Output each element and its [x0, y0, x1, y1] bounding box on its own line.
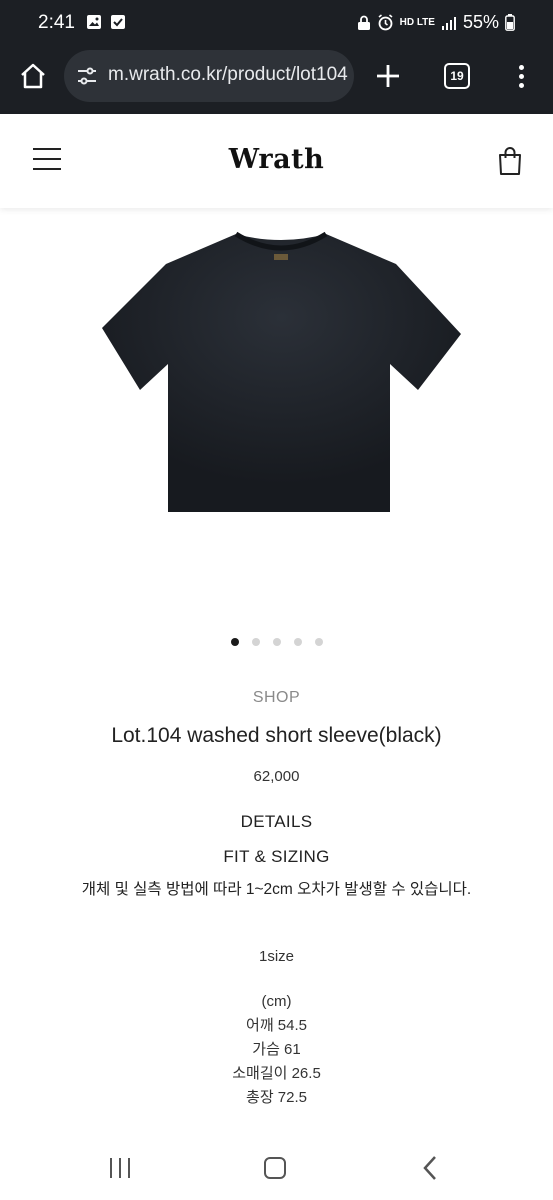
size-label: 1size	[258, 948, 295, 965]
home-button[interactable]	[14, 57, 52, 95]
product-price: 62,000	[253, 768, 300, 785]
home-icon	[21, 63, 45, 89]
lock-icon	[357, 15, 370, 30]
shopping-bag-icon[interactable]	[497, 146, 523, 176]
more-menu-button[interactable]	[506, 58, 536, 94]
url-bar[interactable]: m.wrath.co.kr/product/lot104	[64, 50, 354, 102]
system-nav-bar	[0, 1138, 553, 1200]
new-tab-button[interactable]	[370, 58, 406, 94]
network-label: HD LTE	[399, 16, 435, 28]
sizing-note: 개체 및 실측 방법에 따라 1~2cm 오차가 발생할 수 있습니다.	[81, 881, 472, 898]
signal-icon	[441, 16, 456, 30]
checkbox-icon	[111, 15, 125, 29]
measurements: (cm) 어깨 54.5 가슴 61 소매길이 26.5 총장 72.5	[0, 990, 553, 1110]
measurement-row: 총장 72.5	[246, 1089, 307, 1106]
battery-icon	[505, 14, 515, 31]
alarm-icon	[378, 14, 393, 31]
browser-chrome: 2:41 HD LTE 55% m.wrath.co.kr/product/lo…	[0, 0, 553, 114]
tab-switcher-button[interactable]: 19	[444, 63, 470, 89]
carousel-dot[interactable]	[251, 638, 260, 646]
plus-icon	[377, 65, 399, 87]
site-logo[interactable]: Wrath	[0, 144, 553, 175]
status-bar: 2:41 HD LTE 55%	[0, 0, 553, 48]
details-heading: DETAILS	[240, 812, 313, 831]
carousel-dot[interactable]	[230, 638, 239, 646]
recent-apps-icon[interactable]	[110, 1158, 132, 1178]
measurement-row: 소매길이 26.5	[232, 1065, 321, 1082]
carousel-dot[interactable]	[272, 638, 281, 646]
carousel-dots	[0, 638, 553, 646]
product-category[interactable]: SHOP	[0, 689, 553, 707]
product-image[interactable]	[96, 224, 466, 524]
home-nav-icon[interactable]	[264, 1157, 286, 1179]
battery-percent: 55%	[462, 12, 499, 32]
unit-label: (cm)	[261, 993, 292, 1010]
back-icon[interactable]	[420, 1155, 442, 1181]
carousel-dot[interactable]	[314, 638, 323, 646]
site-header: Wrath	[0, 114, 553, 208]
carousel-dot[interactable]	[293, 638, 302, 646]
more-dot-icon	[518, 82, 524, 88]
site-settings-icon[interactable]	[76, 65, 98, 87]
product-title: Lot.104 washed short sleeve(black)	[111, 724, 442, 747]
image-icon	[87, 15, 101, 29]
more-dot-icon	[518, 64, 524, 70]
url-text[interactable]: m.wrath.co.kr/product/lot104	[108, 64, 348, 86]
status-time: 2:41	[38, 12, 75, 33]
measurement-row: 어깨 54.5	[246, 1017, 307, 1034]
measurement-row: 가슴 61	[252, 1041, 301, 1058]
fit-sizing-heading: FIT & SIZING	[223, 847, 330, 866]
status-right: HD LTE 55%	[357, 12, 515, 33]
more-dot-icon	[518, 73, 524, 79]
